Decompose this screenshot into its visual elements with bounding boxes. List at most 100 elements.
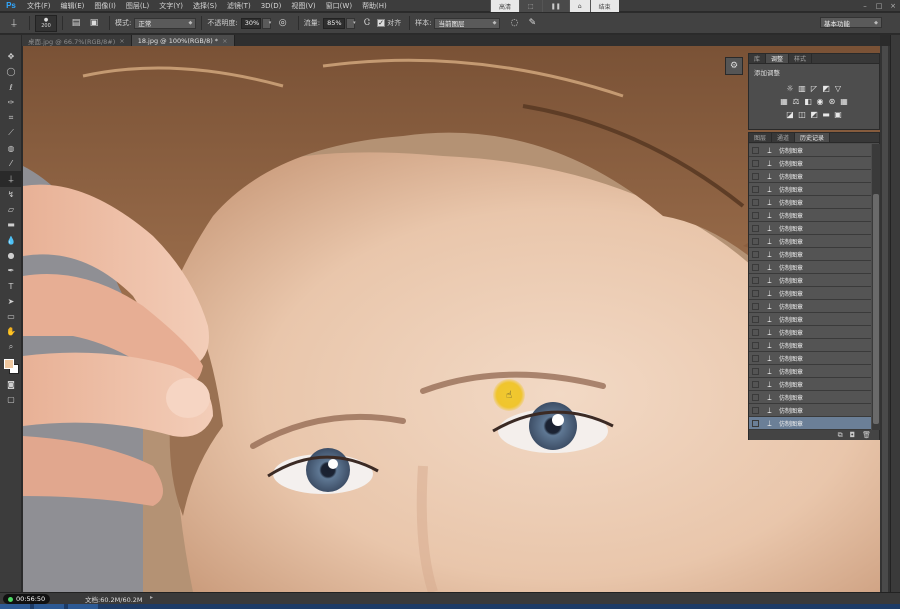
zoom-tool-icon[interactable]: ⌕ [0, 340, 22, 355]
align-checkbox[interactable]: ✓ [377, 19, 386, 27]
clone-source-icon[interactable]: ▣ [86, 15, 102, 31]
clone-stamp-tool-icon[interactable]: ⍊ [0, 171, 22, 187]
history-brush-source-checkbox[interactable] [752, 198, 759, 206]
photo-filter-icon[interactable]: ◉ [816, 97, 825, 106]
opacity-dropdown-icon[interactable]: ▾ [261, 17, 271, 29]
taskbar-item[interactable] [34, 604, 64, 609]
invert-icon[interactable]: ◪ [786, 110, 795, 119]
history-brush-source-checkbox[interactable] [752, 289, 759, 297]
flow-dropdown-icon[interactable]: ▾ [346, 17, 356, 29]
history-brush-source-checkbox[interactable] [752, 328, 759, 336]
history-state-row[interactable]: ⍊ 仿制图章 [749, 365, 871, 378]
menu-filter[interactable]: 滤镜(T) [222, 1, 256, 11]
tab-18-jpg[interactable]: 18.jpg @ 100%(RGB/8) * × [131, 35, 235, 46]
gradient-tool-icon[interactable]: ▬ [0, 217, 22, 232]
exposure-icon[interactable]: ◩ [822, 84, 831, 93]
menu-edit[interactable]: 编辑(E) [56, 1, 90, 11]
blur-tool-icon[interactable]: 💧 [0, 233, 22, 248]
history-brush-source-checkbox[interactable] [752, 302, 759, 310]
history-state-row[interactable]: ⍊ 仿制图章 [749, 222, 871, 235]
foreground-color-swatch[interactable] [4, 358, 14, 369]
brush-panel-icon[interactable]: ▤ [68, 15, 84, 31]
history-brush-source-checkbox[interactable] [752, 380, 759, 388]
menu-image[interactable]: 图像(I) [89, 1, 121, 11]
history-state-row[interactable]: ⍊ 仿制图章 [749, 352, 871, 365]
eyedropper-tool-icon[interactable]: ⟋ [0, 125, 22, 140]
history-state-row[interactable]: ⍊ 仿制图章 [749, 261, 871, 274]
brush-size-picker[interactable]: ● 200 [35, 14, 57, 32]
history-brush-source-checkbox[interactable] [752, 393, 759, 401]
gradient-map-icon[interactable]: ▬ [822, 110, 831, 119]
mode-select[interactable]: 正常 ◆ [134, 17, 197, 29]
history-state-row[interactable]: ⍊ 仿制图章 [749, 209, 871, 222]
new-document-from-state-icon[interactable]: ⧉ [838, 431, 843, 440]
history-state-row[interactable]: ⍊ 仿制图章 [749, 248, 871, 261]
quick-select-tool-icon[interactable]: ✑ [0, 95, 22, 110]
tab-channels[interactable]: 通道 [772, 133, 796, 142]
crop-tool-icon[interactable]: ⌗ [0, 110, 22, 125]
history-state-row[interactable]: ⍊ 仿制图章 [749, 235, 871, 248]
close-icon[interactable]: × [886, 0, 900, 12]
hd-button[interactable]: 高清 [490, 0, 520, 12]
workspace-select[interactable]: 基本功能 ◆ [820, 17, 882, 28]
taskbar-item[interactable] [0, 604, 30, 609]
menu-window[interactable]: 窗口(W) [321, 1, 357, 11]
move-tool-icon[interactable]: ✥ [0, 49, 22, 64]
history-brush-source-checkbox[interactable] [752, 237, 759, 245]
scrollbar-thumb[interactable] [882, 46, 888, 592]
history-state-row[interactable]: ⍊ 仿制图章 [749, 300, 871, 313]
brush-tool-icon[interactable]: ⁄ [0, 156, 22, 171]
scrollbar-thumb[interactable] [873, 194, 879, 424]
history-state-row[interactable]: ⍊ 仿制图章 [749, 417, 871, 430]
ignore-adjustment-icon[interactable]: ◌ [506, 15, 522, 31]
history-brush-tool-icon[interactable]: ↯ [0, 187, 22, 202]
airbrush-icon[interactable]: Ꮳ [359, 15, 375, 31]
snapshot-icon[interactable]: ◘ [850, 431, 856, 439]
chevron-right-icon[interactable]: ▸ [150, 594, 153, 601]
history-brush-source-checkbox[interactable] [752, 250, 759, 258]
history-state-row[interactable]: ⍊ 仿制图章 [749, 157, 871, 170]
history-brush-source-checkbox[interactable] [752, 185, 759, 193]
close-icon[interactable]: × [119, 37, 124, 45]
brightness-icon[interactable]: ☼ [786, 84, 795, 93]
tab-layers[interactable]: 图层 [749, 133, 773, 142]
history-state-row[interactable]: ⍊ 仿制图章 [749, 339, 871, 352]
menu-view[interactable]: 视图(V) [286, 1, 320, 11]
history-state-row[interactable]: ⍊ 仿制图章 [749, 170, 871, 183]
marquee-tool-icon[interactable]: ◯ [0, 64, 22, 79]
history-brush-source-checkbox[interactable] [752, 211, 759, 219]
document-info[interactable]: 文档:60.2M/60.2M [85, 594, 143, 604]
black-white-icon[interactable]: ◧ [804, 97, 813, 106]
tab-adjustments[interactable]: 调整 [766, 54, 790, 63]
history-brush-source-checkbox[interactable] [752, 406, 759, 414]
threshold-icon[interactable]: ◩ [810, 110, 819, 119]
menu-layer[interactable]: 图层(L) [121, 1, 154, 11]
hue-saturation-icon[interactable]: ▦ [780, 97, 789, 106]
minimize-icon[interactable]: – [858, 0, 872, 12]
posterize-icon[interactable]: ◫ [798, 110, 807, 119]
history-state-row[interactable]: ⍊ 仿制图章 [749, 274, 871, 287]
history-brush-source-checkbox[interactable] [752, 159, 759, 167]
tab-desktop-jpg[interactable]: 桌面.jpg @ 66.7%(RGB/8#) × [22, 35, 132, 46]
stop-button[interactable]: 结束 [589, 0, 619, 12]
record-frame-icon[interactable]: ⬚ [519, 0, 542, 12]
pressure-size-icon[interactable]: ✎ [524, 15, 540, 31]
history-state-row[interactable]: ⍊ 仿制图章 [749, 196, 871, 209]
history-brush-source-checkbox[interactable] [752, 224, 759, 232]
color-swatches[interactable] [0, 355, 22, 377]
menu-3d[interactable]: 3D(D) [256, 2, 287, 10]
lasso-tool-icon[interactable]: ℓ [0, 80, 22, 95]
pause-icon[interactable]: ❚❚ [541, 0, 569, 12]
pressure-opacity-icon[interactable]: ◎ [275, 15, 291, 31]
close-icon[interactable]: × [222, 37, 227, 45]
history-state-row[interactable]: ⍊ 仿制图章 [749, 404, 871, 417]
menu-help[interactable]: 帮助(H) [357, 1, 392, 11]
color-lookup-icon[interactable]: ▦ [840, 97, 849, 106]
history-state-row[interactable]: ⍊ 仿制图章 [749, 183, 871, 196]
screen-mode-icon[interactable]: ▢ [0, 392, 22, 407]
opacity-input[interactable]: 30% [240, 17, 261, 29]
history-scrollbar[interactable] [872, 144, 880, 430]
history-state-row[interactable]: ⍊ 仿制图章 [749, 287, 871, 300]
type-tool-icon[interactable]: T [0, 278, 22, 293]
home-icon[interactable]: ⌂ [568, 0, 590, 12]
